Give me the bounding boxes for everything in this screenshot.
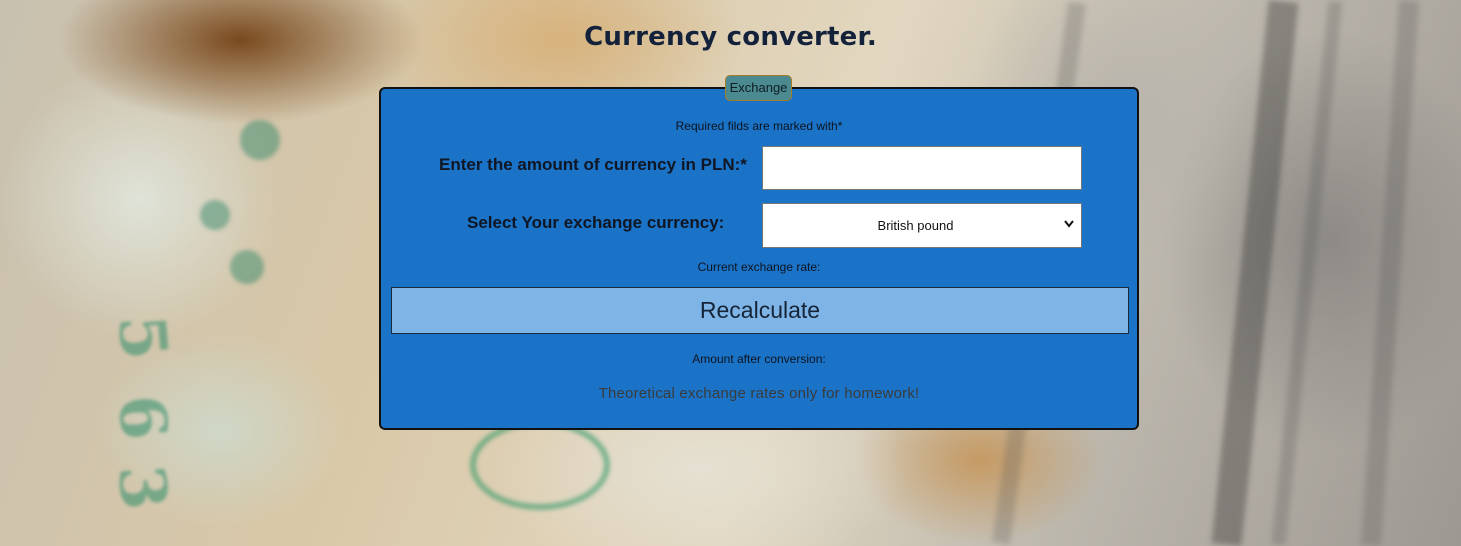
exchange-form: Required filds are marked with* Enter th…	[379, 87, 1139, 430]
chevron-down-icon	[1064, 220, 1074, 228]
currency-selected-value: British pound	[877, 218, 954, 233]
currency-label: Select Your exchange currency:	[467, 213, 725, 232]
required-fields-note: Required filds are marked with*	[675, 119, 843, 133]
page-title: Currency converter.	[584, 22, 877, 52]
exchange-legend: Exchange	[725, 75, 792, 101]
amount-label: Enter the amount of currency in PLN:*	[439, 155, 747, 174]
disclaimer-text: Theoretical exchange rates only for home…	[598, 385, 920, 402]
currency-select[interactable]: British pound	[762, 203, 1082, 248]
amount-input[interactable]	[762, 146, 1082, 190]
amount-after-conversion-label: Amount after conversion:	[692, 352, 826, 366]
recalculate-button[interactable]: Recalculate	[391, 287, 1129, 334]
exchange-rate-label: Current exchange rate:	[697, 260, 821, 274]
